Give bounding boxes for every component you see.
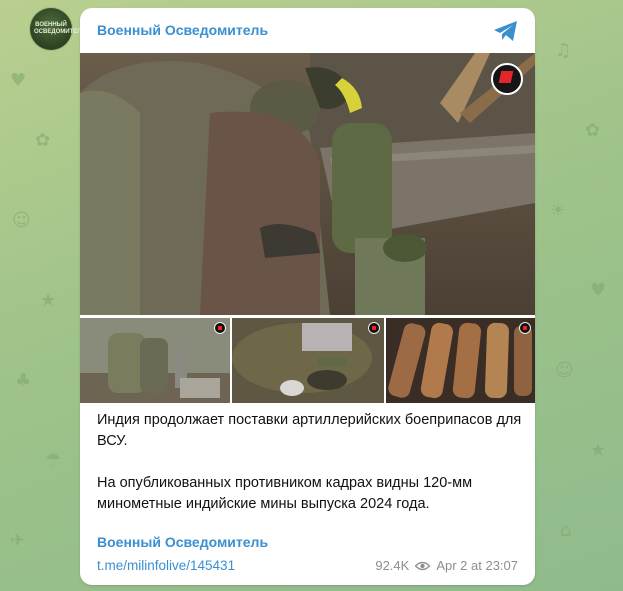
post-timestamp: Apr 2 at 23:07 [436,558,518,573]
photo-thumbnail-1[interactable] [80,318,230,403]
main-photo[interactable] [80,53,535,315]
post-paragraph-1: Индия продолжает поставки артиллерийских… [97,412,522,449]
eye-icon [415,561,431,570]
background-doodle: ☂ [45,450,62,471]
post-meta: 92.4K Apr 2 at 23:07 [375,558,518,573]
photo-thumbnail-2[interactable] [232,318,384,403]
post-link[interactable]: t.me/milinfolive/145431 [97,558,235,573]
thumbnail-image [386,318,535,403]
message-card: Военный Осведомитель Индия продолжает по… [80,8,535,585]
ntv-logo-icon [214,322,226,334]
ntv-logo-icon [491,63,523,95]
background-doodle: ♣ [15,370,32,391]
background-doodle: ♥ [10,70,27,91]
background-doodle: ⌂ [560,520,572,541]
background-doodle: ♫ [555,40,572,61]
main-photo-image [80,53,535,315]
thumbnail-image [80,318,230,403]
background-doodle: ☺ [12,210,31,231]
background-doodle: ✈ [10,530,26,551]
post-signature[interactable]: Военный Осведомитель [97,534,268,550]
telegram-share-icon[interactable] [493,20,519,42]
thumbnail-image [232,318,384,403]
background-doodle: ✿ [35,130,51,151]
background-doodle: ☀ [550,200,567,221]
background-doodle: ♥ [590,280,607,301]
post-paragraph-2: На опубликованных противником кадрах вид… [97,475,473,512]
background-doodle: ☺ [555,360,574,381]
channel-avatar[interactable]: ВОЕННЫЙ ОСВЕДОМИТЕЛЬ [30,8,86,50]
background-doodle: ★ [590,440,607,461]
channel-name[interactable]: Военный Осведомитель [97,22,268,42]
ntv-logo-icon [368,322,380,334]
avatar-text: ВОЕННЫЙ ОСВЕДОМИТЕЛЬ [34,22,86,35]
ntv-logo-icon [519,322,531,334]
view-count: 92.4K [375,558,410,573]
background-doodle: ✿ [585,120,601,141]
photo-thumbnail-3[interactable] [386,318,535,403]
background-doodle: ★ [40,290,57,311]
